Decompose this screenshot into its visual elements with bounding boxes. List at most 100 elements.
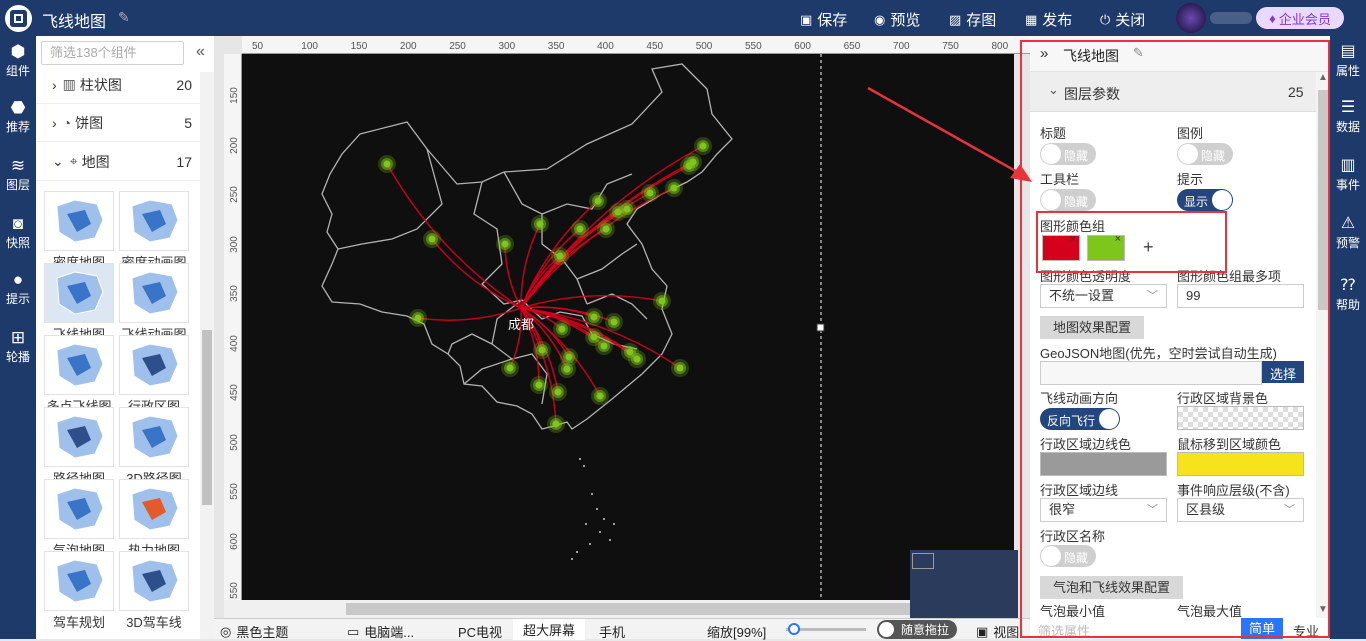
close-button[interactable]: ⏻ 关闭: [1100, 9, 1145, 30]
device-mobile[interactable]: 手机: [599, 622, 625, 641]
ruler-tick-label: 450: [228, 384, 240, 401]
ruler-tick-label: 600: [228, 532, 240, 550]
annotation-box-color-group: [1036, 211, 1227, 273]
ruler-tick-label: 300: [498, 41, 516, 52]
ruler-tick-label: 650: [843, 41, 861, 52]
free-drag-toggle[interactable]: 随意拖拉: [877, 620, 957, 639]
category-bar[interactable]: › ▥ 柱状图 20: [36, 66, 200, 104]
scrollbar-thumb[interactable]: [202, 330, 212, 505]
nav-layers[interactable]: ≋ 图层: [0, 156, 36, 193]
component-tile[interactable]: [44, 479, 114, 539]
component-tile[interactable]: [44, 191, 114, 251]
destination-bubble: [378, 155, 396, 173]
minimap-viewport[interactable]: [912, 553, 934, 569]
device-pc[interactable]: ▭ 电脑端...: [347, 622, 414, 641]
theme-selector[interactable]: ◎ 黑色主题: [220, 622, 288, 641]
save-button[interactable]: ▣ 保存: [800, 9, 847, 30]
map-thumbnail-icon: [131, 343, 179, 387]
chevron-right-icon: ›: [52, 114, 57, 131]
device-big-screen[interactable]: 超大屏幕: [513, 619, 586, 640]
publish-button[interactable]: ▦ 发布: [1025, 9, 1072, 30]
chevron-right-icon: ›: [52, 76, 57, 93]
nav-tips[interactable]: ● 提示: [0, 270, 36, 307]
destination-bubble: [549, 383, 567, 401]
map-thumbnail-icon: [131, 415, 179, 459]
resize-handle: [816, 323, 825, 332]
destination-bubble: [501, 359, 519, 377]
zoom-label: 缩放[99%]: [707, 625, 767, 640]
category-map[interactable]: ⌄ ⌖ 地图 17: [36, 143, 200, 181]
component-search-input[interactable]: 筛选138个组件: [41, 41, 184, 65]
map-thumbnail-icon: [56, 415, 104, 459]
vertical-ruler: 150 200 250 300 350 400 450 500 550 600 550: [224, 54, 242, 618]
destination-bubble: [641, 184, 659, 202]
ruler-tick-label: 500: [228, 433, 240, 451]
map-pin-icon: ⌖: [69, 153, 78, 169]
image-icon: ▨: [949, 11, 962, 27]
component-tile-label: 3D驾车线: [126, 615, 182, 630]
destination-bubble: [531, 215, 549, 233]
nav-snapshot[interactable]: ◙ 快照: [0, 214, 36, 251]
preview-button[interactable]: ◉ 预览: [874, 9, 920, 30]
edit-title-icon[interactable]: ✎: [118, 9, 130, 26]
ruler-tick-label: 150: [350, 41, 368, 52]
component-tile[interactable]: [44, 335, 114, 395]
collapse-panel-icon[interactable]: «: [196, 43, 205, 61]
component-tile[interactable]: [119, 479, 189, 539]
component-tile[interactable]: [119, 551, 189, 611]
app-logo[interactable]: [5, 5, 32, 32]
event-icon: ▥: [1340, 157, 1356, 174]
app-title: 飞线地图: [42, 14, 107, 31]
ruler-tick-label: 550: [228, 483, 240, 500]
component-scrollbar[interactable]: [200, 72, 214, 639]
component-tile[interactable]: [44, 407, 114, 467]
ruler-tick-label: 450: [646, 41, 664, 52]
username-blurred: [1210, 12, 1252, 24]
destination-bubble: [530, 376, 548, 394]
bulb-icon: ●: [12, 270, 24, 289]
component-tile[interactable]: [119, 335, 189, 395]
horizontal-scrollbar[interactable]: [224, 600, 1011, 618]
component-tile-label: 驾车规划: [52, 615, 105, 630]
component-tile[interactable]: [44, 263, 114, 323]
component-tile[interactable]: [119, 263, 189, 323]
map-thumbnail-icon: [131, 559, 179, 603]
device-pc-tv[interactable]: PC电视: [458, 622, 502, 641]
component-tile[interactable]: [44, 551, 114, 611]
monitor-icon: ▭: [347, 623, 360, 639]
ruler-tick-label: 750: [942, 41, 959, 52]
category-pie[interactable]: › ◔ 饼图 5: [36, 104, 200, 142]
cube-icon: ⬢: [10, 42, 26, 61]
destination-bubble: [665, 179, 683, 197]
component-tile[interactable]: [119, 407, 189, 467]
nav-components[interactable]: ⬢ 组件: [0, 42, 36, 79]
nav-help[interactable]: ⁇ 帮助: [1330, 276, 1366, 313]
ruler-tick-label: 150: [228, 87, 240, 104]
map-thumbnail-icon: [56, 487, 104, 531]
help-icon: ⁇: [1340, 277, 1356, 294]
ruler-tick-label: 250: [228, 186, 240, 203]
view-icon: ▣: [976, 623, 989, 639]
ruler-tick-label: 300: [228, 235, 240, 253]
avatar[interactable]: [1176, 3, 1206, 33]
component-tile[interactable]: [119, 191, 189, 251]
destination-bubble: [694, 137, 712, 155]
zoom-slider-knob[interactable]: [788, 623, 800, 635]
nav-events[interactable]: ▥ 事件: [1330, 156, 1366, 193]
nav-alerts[interactable]: ⚠ 预警: [1330, 214, 1366, 251]
vip-badge[interactable]: ♦ 企业会员: [1256, 7, 1344, 29]
diamond-icon: ♦: [1269, 10, 1276, 26]
nav-properties[interactable]: ▤ 属性: [1330, 42, 1366, 79]
nav-data[interactable]: ☰ 数据: [1330, 98, 1366, 135]
pie-chart-icon: ◔: [62, 114, 72, 131]
minimap[interactable]: [910, 550, 1018, 618]
ruler-tick-label: 350: [547, 41, 565, 52]
nav-carousel[interactable]: ⊞ 轮播: [0, 328, 36, 365]
view-button[interactable]: ▣ 视图: [976, 622, 1019, 641]
destination-bubble: [671, 359, 689, 377]
publish-icon: ▦: [1025, 11, 1038, 27]
snapshot-button[interactable]: ▨ 存图: [949, 9, 996, 30]
destination-bubble: [553, 320, 571, 338]
nav-recommend[interactable]: ⬣ 推荐: [0, 98, 36, 135]
south-sea-islands: [571, 458, 615, 560]
